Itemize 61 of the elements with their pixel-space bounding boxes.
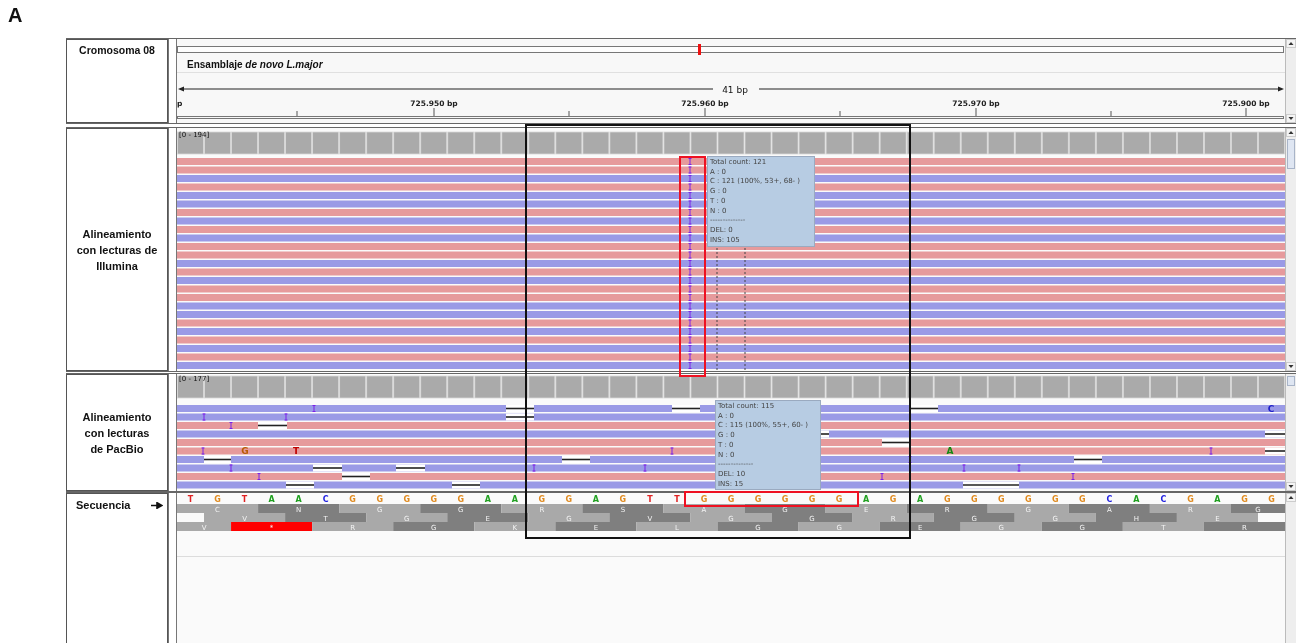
base-letter: G [808, 495, 816, 504]
scroll-thumb[interactable] [1287, 139, 1295, 169]
scroll-down-icon[interactable] [1286, 114, 1296, 123]
mismatch-letter: C [1267, 403, 1275, 414]
base-letter: A [1133, 495, 1140, 504]
base-letter: A [1214, 495, 1221, 504]
figure-label: A [7, 3, 24, 28]
base-letter: G [781, 495, 789, 504]
base-letter: G [565, 495, 573, 504]
base-letter: G [970, 495, 978, 504]
mismatch-letter: T [292, 446, 300, 456]
base-letter: C [1106, 495, 1113, 504]
assembly-title: Ensamblaje de novo L.major [187, 58, 323, 70]
span-label: 41 bp [722, 85, 748, 95]
base-letter: A [511, 495, 518, 504]
base-letter: G [1268, 495, 1275, 504]
base-letter: G [835, 495, 843, 504]
base-letter: G [619, 495, 627, 504]
scroll-up-icon[interactable] [1286, 39, 1296, 48]
scroll-down-icon[interactable] [1286, 362, 1296, 371]
mismatch-letter: A [946, 446, 954, 456]
base-letter: G [943, 495, 951, 504]
base-letter: G [1052, 495, 1059, 504]
base-letter: C [322, 495, 329, 504]
track-name: Alineamiento con lecturas de PacBio [66, 374, 168, 491]
base-letter: G [997, 495, 1005, 504]
base-letter: G [349, 495, 356, 504]
base-letter: G [1079, 495, 1086, 504]
base-letter: T [647, 495, 653, 504]
base-letter: G [430, 495, 437, 504]
base-letter: A [268, 495, 275, 504]
track-name: Secuencia [76, 499, 131, 511]
base-letter: G [1187, 495, 1194, 504]
base-letter: G [1025, 495, 1032, 504]
base-letter: A [592, 495, 599, 504]
base-letter: G [754, 495, 762, 504]
base-letter: G [1241, 495, 1248, 504]
base-letter: G [700, 495, 708, 504]
base-letter: C [1160, 495, 1167, 504]
strand-arrow-icon[interactable] [151, 502, 163, 509]
base-letter: G [376, 495, 383, 504]
scroll-up-icon[interactable] [1286, 128, 1296, 137]
base-letter: G [214, 495, 221, 504]
track-name: Alineamiento con lecturas de Illumina [66, 128, 168, 371]
base-letter: A [484, 495, 491, 504]
base-letter: A [295, 495, 302, 504]
base-letter: T [241, 495, 248, 504]
track-name: Cromosoma 08 [66, 39, 168, 123]
base-letter: A [917, 495, 924, 504]
base-letter: G [727, 495, 735, 504]
base-letter: T [187, 495, 194, 504]
base-letter: G [889, 495, 897, 504]
base-letter: G [538, 495, 546, 504]
base-letter: G [457, 495, 465, 504]
scroll-thumb[interactable] [1287, 376, 1295, 386]
base-letter: G [403, 495, 410, 504]
base-letter: A [863, 495, 870, 504]
scroll-down-icon[interactable] [1286, 482, 1296, 491]
mismatch-letter: G [241, 446, 249, 456]
scroll-up-icon[interactable] [1286, 493, 1296, 502]
base-letter: T [674, 495, 680, 504]
